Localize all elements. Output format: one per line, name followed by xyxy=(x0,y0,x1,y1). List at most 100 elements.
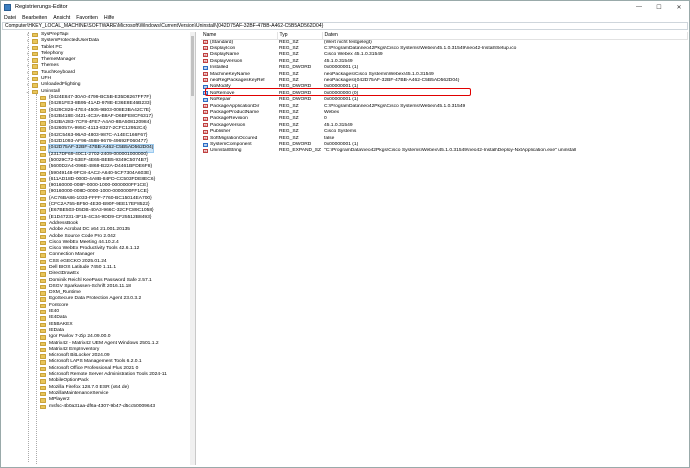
folder-icon xyxy=(40,328,46,334)
folder-icon xyxy=(40,196,46,202)
close-button[interactable]: ✕ xyxy=(669,1,689,13)
folder-icon xyxy=(40,171,46,176)
menu-favorites[interactable]: Favoriten xyxy=(76,15,98,21)
folder-icon xyxy=(40,278,46,283)
menu-bar: Datei Bearbeiten Ansicht Favoriten Hilfe xyxy=(1,13,689,22)
folder-icon xyxy=(40,335,46,340)
string-value-icon: ab xyxy=(203,110,208,115)
tree-guide-line xyxy=(36,94,37,464)
tree-scroll-thumb[interactable] xyxy=(191,36,194,96)
menu-edit[interactable]: Bearbeiten xyxy=(22,15,47,21)
tree-scrollbar[interactable] xyxy=(190,32,195,465)
string-value-icon: ab xyxy=(203,78,208,83)
folder-icon xyxy=(32,45,38,50)
value-data: (Wert nicht festgelegt) xyxy=(324,39,372,45)
menu-file[interactable]: Datei xyxy=(4,15,16,21)
value-name: PackageVersion xyxy=(210,122,246,128)
string-value-icon: ab xyxy=(203,59,208,64)
binary-value-icon: 01 xyxy=(203,91,208,96)
folder-icon xyxy=(40,354,46,359)
string-value-icon: ab xyxy=(203,148,208,153)
folder-icon xyxy=(40,133,46,139)
folder-icon xyxy=(40,127,46,132)
value-row[interactable]: ab (Standard) REG_SZ (Wert nicht festgelegt… xyxy=(201,39,688,46)
value-data: "C:\ProgramData\neo42Pkgs\Cisco Systems\… xyxy=(324,148,577,154)
folder-icon xyxy=(32,51,38,57)
folder-icon xyxy=(40,385,46,391)
folder-icon xyxy=(40,272,46,277)
value-name: DisplayVersion xyxy=(210,58,243,64)
minimize-button[interactable]: — xyxy=(629,1,649,13)
tree-node[interactable]: msfsc-4b0a31aa-df6a-4307-9b47-d5cc500096… xyxy=(2,404,195,410)
folder-icon xyxy=(40,215,46,220)
column-header-name[interactable]: Name xyxy=(201,32,278,40)
string-value-icon: ab xyxy=(203,116,208,121)
folder-icon xyxy=(40,209,46,214)
registry-editor-icon xyxy=(4,3,11,11)
value-name: UninstallString xyxy=(210,148,242,154)
key-tree: › SysPrepTapi › SystemProtectedUserData › Tab… xyxy=(2,32,195,464)
folder-icon xyxy=(40,158,46,164)
folder-icon xyxy=(40,322,46,328)
tree-guide-line xyxy=(28,32,29,462)
string-value-icon: ab xyxy=(203,104,208,109)
folder-icon xyxy=(32,70,38,76)
value-type: REG_SZ xyxy=(279,39,299,45)
folder-icon xyxy=(40,203,46,208)
binary-value-icon: 01 xyxy=(203,142,208,147)
menu-view[interactable]: Ansicht xyxy=(53,15,70,21)
value-name-cell: ab UninstallString xyxy=(201,148,277,154)
folder-icon xyxy=(40,228,46,233)
value-row[interactable]: ab UninstallString REG_EXPAND_SZ "C:\Progra… xyxy=(201,148,688,154)
maximize-button[interactable]: ☐ xyxy=(649,1,669,13)
folder-icon xyxy=(40,391,46,397)
folder-icon xyxy=(40,253,46,258)
folder-icon xyxy=(40,259,46,265)
string-value-icon: ab xyxy=(203,129,208,134)
folder-icon xyxy=(40,291,46,296)
folder-icon xyxy=(40,303,46,309)
folder-icon xyxy=(32,39,38,44)
value-name: PackageRevision xyxy=(210,116,248,122)
folder-icon xyxy=(32,58,38,63)
folder-icon xyxy=(40,265,46,271)
column-header-data[interactable]: Daten xyxy=(322,32,688,40)
value-name: SoftMigrationOccured xyxy=(210,135,258,141)
value-name: Installed xyxy=(210,65,229,71)
tree-node-label: msfsc-4b0a31aa-df6a-4307-9b47-d5cc500096… xyxy=(49,403,156,409)
string-value-icon: ab xyxy=(203,123,208,128)
values-table: Name Typ Daten ab (Standard) REG_SZ (Wert n… xyxy=(201,32,688,155)
folder-icon xyxy=(40,404,46,409)
key-tree-pane[interactable]: › SysPrepTapi › SystemProtectedUserData › Tab… xyxy=(2,32,196,465)
folder-icon xyxy=(40,102,46,107)
folder-icon xyxy=(40,366,46,372)
folder-icon xyxy=(40,360,46,365)
folder-icon xyxy=(40,247,46,252)
value-name: (Standard) xyxy=(210,39,234,45)
menu-help[interactable]: Hilfe xyxy=(104,15,114,21)
address-bar[interactable]: Computer\HKEY_LOCAL_MACHINE\SOFTWARE\Mic… xyxy=(2,22,688,30)
values-pane[interactable]: Name Typ Daten ab (Standard) REG_SZ (Wert n… xyxy=(201,32,688,465)
folder-icon xyxy=(40,140,46,145)
folder-icon xyxy=(40,152,46,158)
value-name: SystemComponent xyxy=(210,142,252,147)
binary-value-icon: 01 xyxy=(203,84,208,89)
folder-icon xyxy=(40,121,46,126)
value-name: PackageProductName xyxy=(210,109,259,115)
folder-icon xyxy=(32,89,38,95)
folder-icon xyxy=(40,379,46,384)
folder-icon xyxy=(32,64,38,69)
folder-icon xyxy=(40,114,46,120)
folder-icon xyxy=(40,310,46,315)
folder-icon xyxy=(40,165,46,170)
folder-icon xyxy=(40,221,46,227)
value-name: NoRemove xyxy=(210,90,235,96)
value-name: NoRepair xyxy=(210,97,231,103)
folder-icon xyxy=(40,297,46,302)
folder-icon xyxy=(40,234,46,239)
folder-icon xyxy=(40,398,46,403)
value-name: Publisher xyxy=(210,129,231,135)
binary-value-icon: 01 xyxy=(203,97,208,102)
column-header-type[interactable]: Typ xyxy=(277,32,323,40)
folder-icon xyxy=(40,316,46,321)
